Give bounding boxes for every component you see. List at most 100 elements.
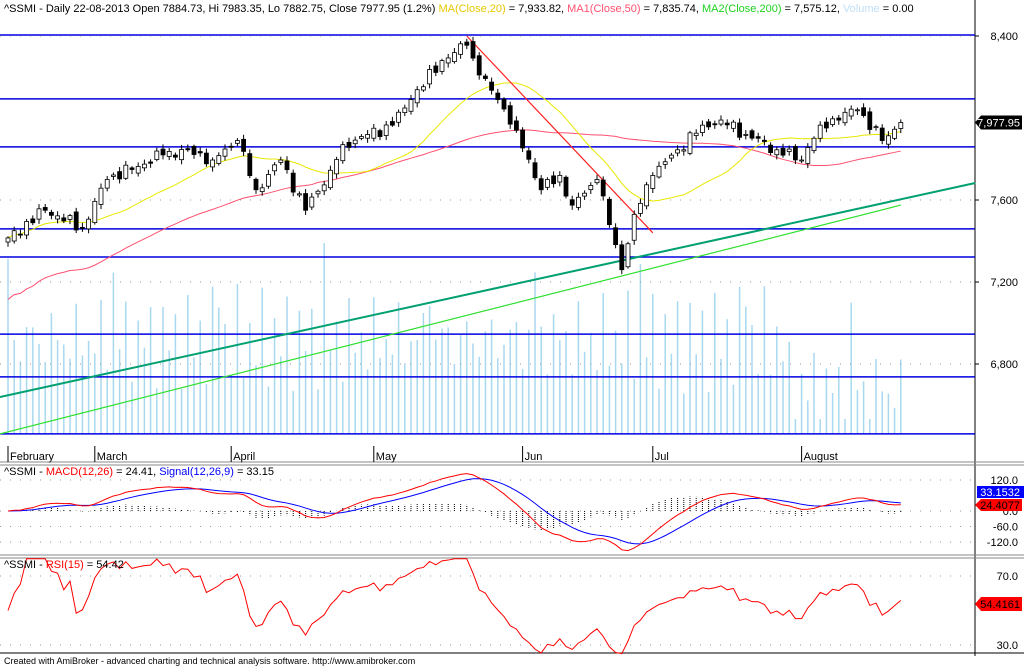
candle-body [346, 141, 352, 148]
candle-body [631, 213, 637, 241]
candle-body [402, 107, 408, 113]
candle-body [569, 199, 575, 206]
candle-body [104, 179, 110, 189]
candle-body [712, 123, 718, 126]
candle-body [669, 154, 674, 159]
signal-label: Signal(12,26,9) [159, 466, 234, 478]
candle-body [520, 129, 525, 149]
candle-body [743, 133, 749, 136]
candle-body [203, 152, 209, 165]
candle-body [36, 208, 42, 220]
candle-body [582, 192, 587, 197]
candle-body [805, 147, 811, 164]
candle-body [259, 187, 265, 193]
month-label: March [97, 451, 128, 463]
candle-body [160, 148, 166, 156]
macd-header: ^SSMI - MACD(12,26) = 24.41, Signal(12,2… [4, 466, 274, 478]
price-tick-label: 7,200 [990, 277, 1018, 289]
candle-body [625, 243, 631, 268]
candle-body [334, 159, 340, 175]
candle-body [5, 237, 11, 243]
ma-label: MA(Close,20) [438, 3, 506, 15]
candle-body [427, 69, 433, 85]
candle-body [576, 196, 581, 208]
candle-body [321, 184, 327, 192]
candle-body [241, 138, 247, 152]
macd-tick-label: 120.0 [990, 475, 1018, 487]
candle-body [551, 175, 556, 185]
candle-body [644, 184, 649, 207]
candle-body [836, 117, 842, 121]
candle-body [613, 227, 618, 246]
chart-canvas[interactable]: 8,400 7,600 7,200 6,800 February March April Ma… [0, 0, 1024, 668]
rsi-tick-label: 30.0 [997, 640, 1018, 652]
price-tick-label: 8,400 [990, 31, 1018, 43]
month-label: May [376, 451, 397, 463]
candle-body [352, 139, 358, 145]
candle-body [737, 122, 742, 138]
candle-body [879, 127, 885, 141]
candle-body [228, 145, 234, 148]
candle-body [693, 132, 699, 136]
candle-body [526, 150, 532, 160]
candle-body [811, 137, 817, 151]
macd-tick-label: -60.0 [993, 522, 1018, 534]
candle-body [210, 159, 216, 168]
candle-body [290, 172, 296, 193]
candle-body [489, 81, 495, 91]
rsi-line [7, 558, 902, 655]
candle-body [793, 146, 798, 161]
price-tick-label: 7,600 [990, 195, 1018, 207]
candle-body [588, 185, 594, 191]
candle-body [755, 136, 761, 139]
candle-body [718, 119, 724, 125]
candle-body [886, 135, 891, 145]
candle-body [445, 57, 451, 64]
macd-tag-label: 24.4077 [980, 500, 1020, 512]
candle-body [61, 217, 67, 222]
candle-body [172, 154, 178, 158]
downtrend-line [466, 35, 654, 234]
candle-body [42, 207, 48, 211]
candle-body [762, 139, 767, 142]
volume-label: Volume [842, 3, 880, 15]
candle-body [98, 187, 104, 205]
candle-body [532, 162, 538, 179]
ma2-label: MA2(Close,200) [702, 3, 782, 15]
candle-body [185, 148, 191, 151]
ma200-line [0, 204, 901, 435]
candle-body [824, 121, 829, 129]
ma2-value: = 7,575.12, [781, 3, 843, 15]
candle-body [272, 164, 278, 172]
candle-body [507, 105, 513, 125]
candle-body [179, 149, 185, 161]
candle-body [30, 218, 36, 224]
candle-body [687, 132, 693, 154]
ma1-label: MA1(Close,50) [567, 3, 641, 15]
candle-body [650, 174, 656, 189]
candle-body [123, 164, 129, 179]
month-label: August [804, 451, 838, 463]
month-label: Jul [655, 451, 669, 463]
candle-body [848, 108, 854, 117]
candle-body [842, 111, 848, 124]
candle-body [17, 233, 23, 236]
candle-body [706, 121, 711, 128]
candle-body [501, 98, 507, 110]
candle-body [154, 150, 160, 160]
candle-body [495, 92, 501, 100]
candle-body [135, 166, 141, 174]
candle-body [749, 130, 755, 139]
candle-body [724, 122, 730, 126]
candle-body [24, 221, 30, 236]
candle-body [247, 153, 253, 177]
candle-body [619, 244, 625, 271]
chart-window: 8,400 7,600 7,200 6,800 February March April Ma… [0, 0, 1024, 668]
candle-body [482, 75, 488, 79]
candle-body [538, 178, 544, 191]
candle-body [141, 163, 147, 169]
candle-body [545, 179, 550, 188]
candle-body [681, 149, 687, 152]
candle-body [117, 171, 122, 180]
candle-body [768, 144, 773, 153]
